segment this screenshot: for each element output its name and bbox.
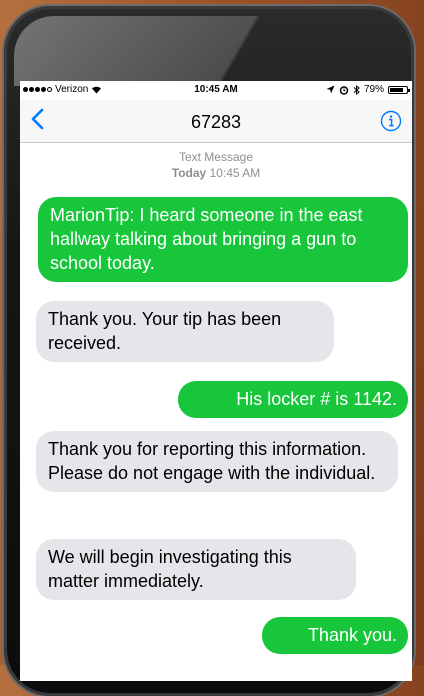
screen-glare: [14, 16, 414, 86]
message-bubble-received[interactable]: We will begin investigating this matter …: [36, 539, 356, 600]
message-bubble-sent[interactable]: His locker # is 1142.: [178, 381, 408, 418]
message-bubble-received[interactable]: Thank you for reporting this information…: [36, 431, 398, 492]
battery-fill: [390, 87, 403, 92]
message-bubble-sent[interactable]: MarionTip: I heard someone in the east h…: [38, 197, 408, 282]
message-bubble-sent[interactable]: Thank you.: [262, 617, 408, 654]
message-bubble-received[interactable]: Thank you. Your tip has been received.: [36, 301, 334, 362]
conversation-title: 67283: [190, 112, 242, 132]
thread-meta: Text Message Today 10:45 AM: [20, 149, 412, 181]
nav-bar: 67283: [20, 100, 412, 143]
info-icon[interactable]: [380, 110, 402, 132]
battery-icon: [388, 85, 410, 94]
status-bar: Verizon 10:45 AM 79%: [20, 81, 412, 100]
alarm-icon: [339, 85, 349, 95]
message-thread: Text Message Today 10:45 AM MarionTip: I…: [20, 143, 412, 654]
status-right: 79%: [326, 84, 410, 95]
thread-meta-timestamp: Today 10:45 AM: [20, 165, 412, 181]
thread-meta-label: Text Message: [178, 150, 254, 164]
battery-percent: 79%: [363, 84, 384, 95]
thread-meta-day: Today: [171, 166, 207, 180]
thread-meta-time: 10:45 AM: [209, 166, 261, 180]
messages-screen: Verizon 10:45 AM 79% 67283 Text Message …: [20, 81, 412, 681]
location-arrow-icon: [326, 85, 335, 94]
bluetooth-icon: [353, 84, 360, 95]
